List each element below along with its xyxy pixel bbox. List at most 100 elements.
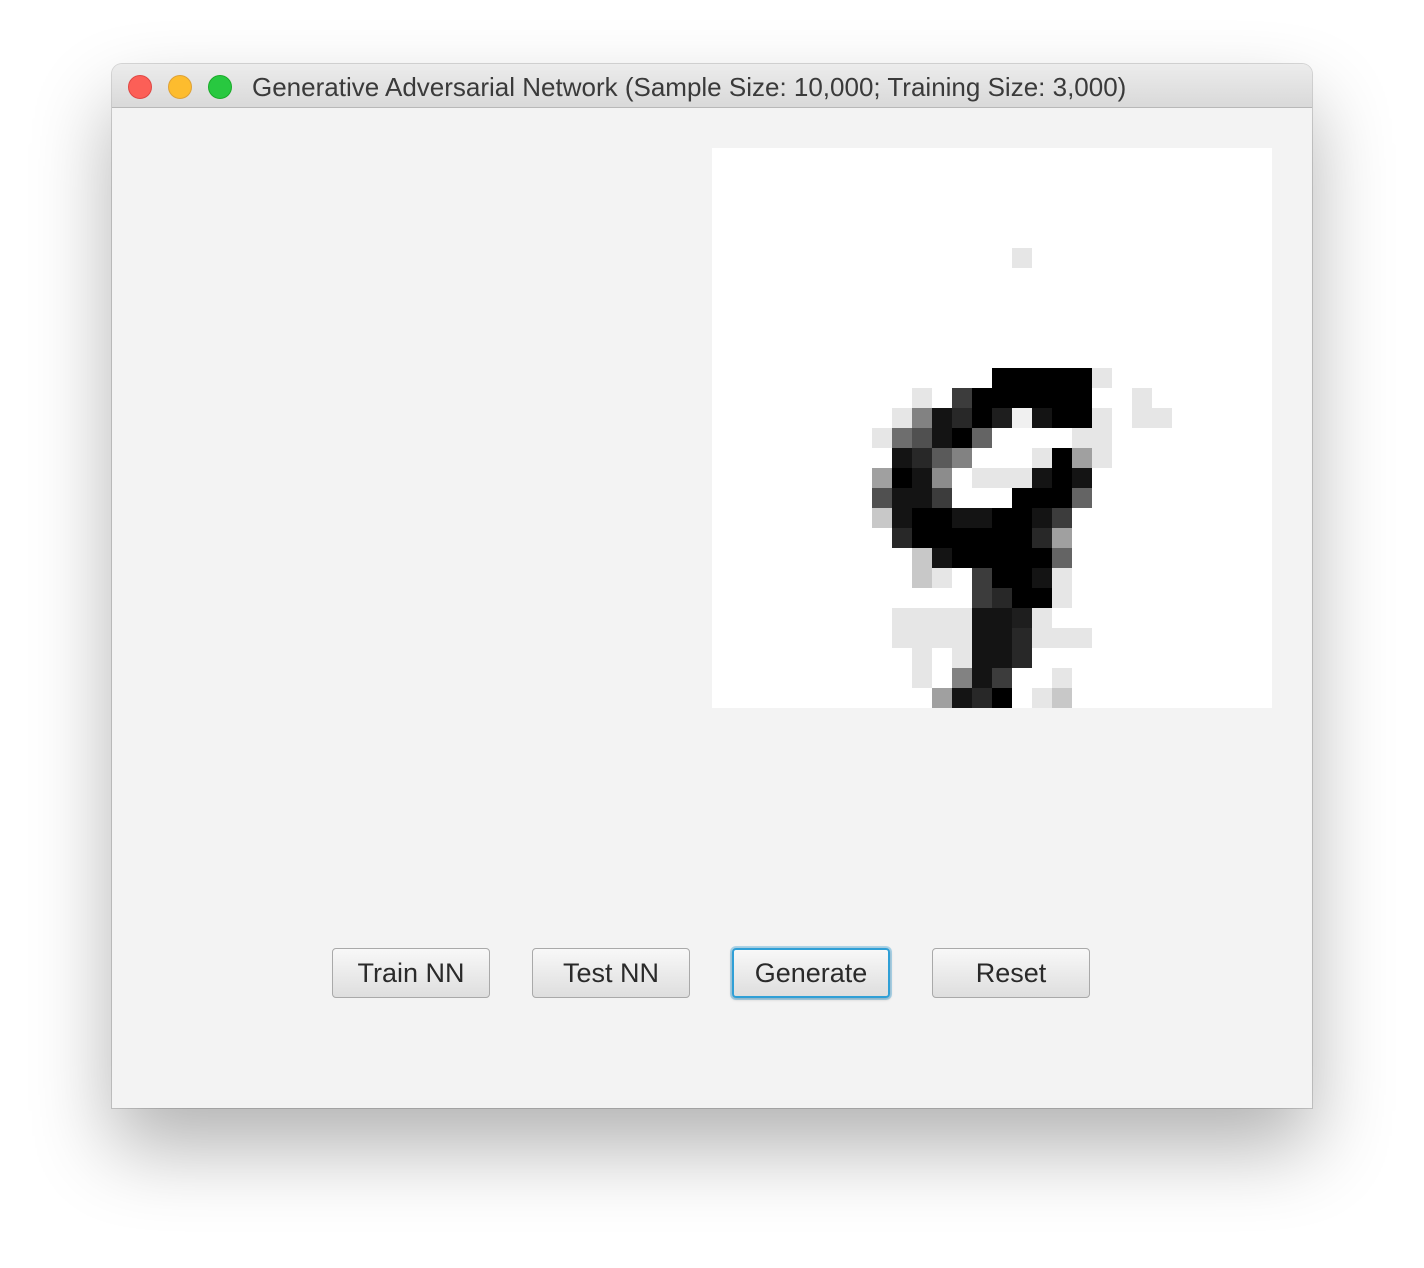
digit-pixel: [932, 608, 952, 628]
digit-pixel: [932, 508, 952, 528]
digit-pixel: [932, 488, 952, 508]
digit-pixel: [1072, 468, 1092, 488]
app-window: Generative Adversarial Network (Sample S…: [112, 64, 1312, 1108]
digit-pixel: [1012, 548, 1032, 568]
digit-pixel: [952, 448, 972, 468]
digit-pixel: [1012, 468, 1032, 488]
digit-pixel: [992, 668, 1012, 688]
digit-pixel: [912, 388, 932, 408]
digit-pixel: [952, 508, 972, 528]
digit-pixel: [992, 648, 1012, 668]
digit-pixel: [892, 528, 912, 548]
digit-pixel: [1032, 528, 1052, 548]
digit-pixel: [1032, 488, 1052, 508]
digit-pixel: [912, 668, 932, 688]
digit-pixel: [992, 608, 1012, 628]
digit-pixel: [932, 468, 952, 488]
digit-pixel: [912, 648, 932, 668]
digit-pixel: [912, 528, 932, 548]
digit-pixel: [952, 688, 972, 708]
digit-pixel: [1012, 628, 1032, 648]
digit-pixel: [1072, 488, 1092, 508]
digit-pixel: [972, 688, 992, 708]
digit-pixel: [952, 388, 972, 408]
digit-pixel: [1092, 408, 1112, 428]
train-nn-button[interactable]: Train NN: [332, 948, 490, 998]
digit-pixel: [992, 508, 1012, 528]
digit-pixel: [872, 508, 892, 528]
digit-pixel: [972, 588, 992, 608]
digit-pixel: [912, 448, 932, 468]
digit-pixel: [1032, 608, 1052, 628]
digit-pixel: [992, 408, 1012, 428]
digit-pixel: [972, 528, 992, 548]
digit-pixel: [972, 548, 992, 568]
digit-pixel: [972, 428, 992, 448]
digit-pixel: [992, 528, 1012, 548]
test-nn-button[interactable]: Test NN: [532, 948, 690, 998]
digit-pixel: [1072, 448, 1092, 468]
digit-pixel: [1092, 448, 1112, 468]
digit-pixel: [1012, 608, 1032, 628]
digit-pixel: [1012, 488, 1032, 508]
digit-pixel: [1012, 368, 1032, 388]
digit-pixel: [912, 628, 932, 648]
digit-pixel: [872, 488, 892, 508]
digit-pixel: [932, 568, 952, 588]
digit-pixel: [1032, 548, 1052, 568]
digit-pixel: [1052, 468, 1072, 488]
reset-button[interactable]: Reset: [932, 948, 1090, 998]
digit-pixel: [1012, 388, 1032, 408]
digit-pixel: [952, 608, 972, 628]
digit-pixel: [1012, 248, 1032, 268]
digit-pixel: [1012, 588, 1032, 608]
digit-pixel: [1052, 488, 1072, 508]
digit-pixel: [892, 488, 912, 508]
digit-pixel: [992, 468, 1012, 488]
digit-pixel: [912, 488, 932, 508]
generate-button[interactable]: Generate: [732, 948, 890, 998]
digit-pixel: [992, 628, 1012, 648]
digit-pixel: [872, 468, 892, 488]
minimize-window-button[interactable]: [168, 75, 192, 99]
close-window-button[interactable]: [128, 75, 152, 99]
digit-pixel: [1052, 548, 1072, 568]
digit-pixel: [972, 568, 992, 588]
digit-pixel: [932, 408, 952, 428]
digit-pixel: [892, 508, 912, 528]
digit-pixel: [932, 688, 952, 708]
digit-pixel: [1012, 508, 1032, 528]
digit-pixel: [952, 648, 972, 668]
digit-pixel: [992, 388, 1012, 408]
digit-pixel: [952, 408, 972, 428]
digit-pixel: [1032, 448, 1052, 468]
digit-pixel: [972, 648, 992, 668]
digit-pixel: [1092, 368, 1112, 388]
digit-pixel: [932, 528, 952, 548]
digit-pixel: [1012, 648, 1032, 668]
digit-pixel: [1152, 408, 1172, 428]
digit-pixel: [1032, 508, 1052, 528]
digit-pixel: [892, 608, 912, 628]
digit-pixel: [992, 568, 1012, 588]
digit-pixel: [972, 468, 992, 488]
digit-pixel: [912, 468, 932, 488]
digit-pixel: [972, 668, 992, 688]
digit-pixel: [1052, 388, 1072, 408]
digit-pixel: [1052, 368, 1072, 388]
digit-pixel: [972, 608, 992, 628]
title-bar[interactable]: Generative Adversarial Network (Sample S…: [112, 64, 1312, 108]
digit-pixel: [1012, 408, 1032, 428]
digit-pixel: [932, 628, 952, 648]
window-title: Generative Adversarial Network (Sample S…: [252, 72, 1127, 102]
digit-pixel: [1032, 388, 1052, 408]
digit-pixel: [1092, 428, 1112, 448]
digit-pixel: [1032, 588, 1052, 608]
generated-image-canvas: [712, 148, 1272, 708]
digit-pixel: [1072, 628, 1092, 648]
zoom-window-button[interactable]: [208, 75, 232, 99]
digit-pixel: [1072, 368, 1092, 388]
digit-pixel: [952, 528, 972, 548]
digit-pixel: [892, 428, 912, 448]
digit-pixel: [932, 448, 952, 468]
